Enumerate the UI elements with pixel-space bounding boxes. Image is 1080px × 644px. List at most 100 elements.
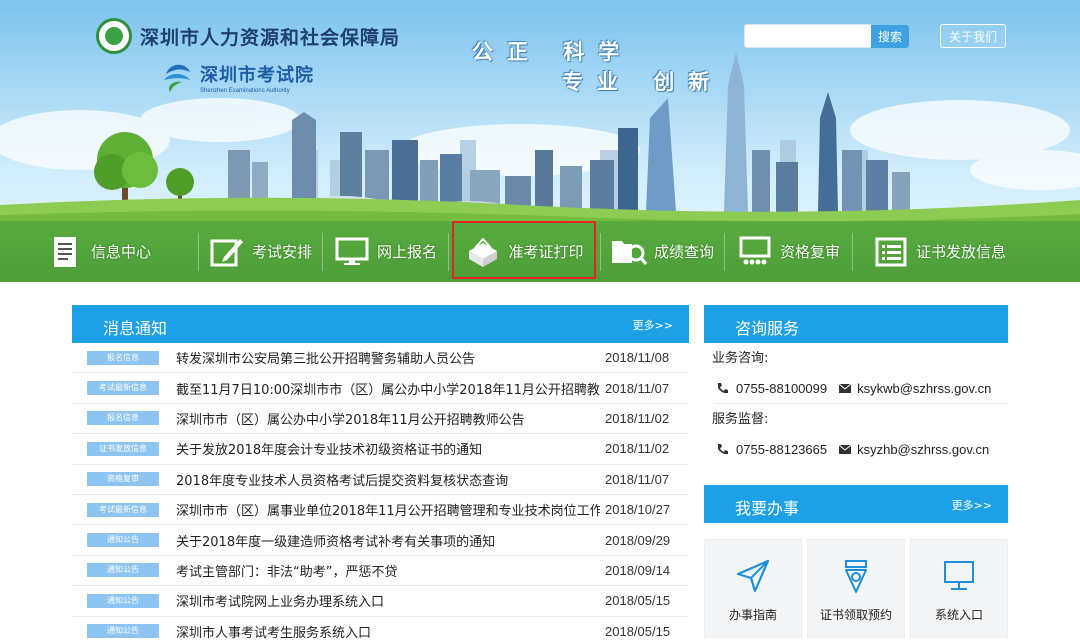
news-date: 2018/09/29	[605, 532, 671, 548]
org-name: 深圳市人力资源和社会保障局	[140, 26, 401, 49]
news-title[interactable]: 深圳市考试院网上业务办理系统入口	[176, 591, 600, 610]
nav-item-qualification-review[interactable]: 资格复审	[724, 221, 852, 282]
news-date: 2018/11/07	[605, 471, 670, 487]
exam-authority-logo[interactable]: 深圳市考试院 Shenzhen Examinations Authority	[160, 60, 314, 94]
news-tag[interactable]: 通知公告	[87, 533, 159, 548]
news-panel-header: 消息通知 更多>>	[72, 305, 689, 343]
edit-pen-icon	[208, 233, 246, 271]
consult-panel-title: 咨询服务	[735, 319, 800, 338]
news-tag[interactable]: 报名信息	[87, 411, 159, 426]
nav-item-admission-ticket-print[interactable]: 准考证打印	[448, 221, 600, 282]
printer-icon	[464, 233, 502, 271]
news-tag[interactable]: 报名信息	[87, 350, 159, 365]
business-consult-heading: 业务咨询:	[712, 351, 769, 366]
business-contact: 0755-88100099 ksykwb@szhrss.gov.cn	[714, 373, 1008, 404]
nav-label: 准考证打印	[508, 243, 584, 261]
hrss-logo[interactable]: 深圳市人力资源和社会保障局	[96, 18, 400, 54]
header-banner: 深圳市人力资源和社会保障局 深圳市考试院 Shenzhen Examinatio…	[0, 0, 1080, 282]
news-list: 报名信息 转发深圳市公安局第三批公开招聘警务辅助人员公告 2018/11/08 考试…	[72, 343, 689, 644]
task-label: 证书领取预约	[819, 608, 892, 622]
news-item[interactable]: 报名信息 转发深圳市公安局第三批公开招聘警务辅助人员公告 2018/11/08	[72, 343, 689, 374]
task-panel-header: 我要办事 更多>>	[704, 485, 1008, 523]
news-more-link[interactable]: 更多>>	[633, 317, 673, 333]
nav-label: 网上报名	[376, 243, 437, 261]
news-item[interactable]: 证书发放信息 关于发放2018年度会计专业技术初级资格证书的通知 2018/11/0…	[72, 434, 689, 465]
magnifier-folder-icon	[610, 233, 648, 271]
news-tag[interactable]: 考试最新信息	[87, 502, 159, 517]
search-input[interactable]	[744, 24, 872, 48]
news-item[interactable]: 通知公告 深圳市考试院网上业务办理系统入口 2018/05/15	[72, 586, 689, 617]
task-grid: 办事指南 证书领取预约 系统入口	[704, 539, 1013, 638]
news-title[interactable]: 深圳市市（区）属事业单位2018年11月公开招聘管理和专业技术岗位工作人	[176, 500, 600, 519]
task-label: 系统入口	[934, 608, 983, 622]
news-tag[interactable]: 证书发放信息	[87, 441, 159, 456]
news-title[interactable]: 2018年度专业技术人员资格考试后提交资料复核状态查询	[176, 470, 600, 489]
task-tile-guide[interactable]: 办事指南	[704, 539, 802, 638]
main-nav: 信息中心 考试安排 网上报名 准考证打印 成绩查询 资格复审 证书发放信息	[0, 221, 1080, 282]
news-title[interactable]: 关于2018年度一级建造师资格考试补考有关事项的通知	[176, 531, 600, 550]
news-tag[interactable]: 资格复审	[87, 472, 159, 487]
task-panel: 我要办事 更多>> 办事指南 证书领取预约 系统入口	[704, 485, 1008, 638]
news-item[interactable]: 考试最新信息 截至11月7日10:00深圳市市（区）属公办中小学2018年11月公…	[72, 373, 689, 404]
business-email[interactable]: ksykwb@szhrss.gov.cn	[857, 381, 991, 396]
supervise-heading: 服务监督:	[712, 412, 769, 427]
supervise-contact: 0755-88123665 ksyzhb@szhrss.gov.cn	[714, 434, 1008, 465]
certificate-badge-icon	[836, 556, 876, 596]
supervise-phone: 0755-88123665	[736, 442, 828, 457]
list-icon	[872, 233, 910, 271]
task-panel-title: 我要办事	[735, 499, 800, 518]
about-us-button[interactable]: 关于我们	[940, 24, 1006, 48]
news-title[interactable]: 关于发放2018年度会计专业技术初级资格证书的通知	[176, 439, 600, 458]
business-phone: 0755-88100099	[736, 380, 828, 396]
news-tag[interactable]: 通知公告	[87, 563, 159, 578]
news-item[interactable]: 通知公告 考试主管部门：非法“助考”，严惩不贷 2018/09/14	[72, 556, 689, 587]
paper-plane-icon	[733, 556, 773, 596]
nav-label: 考试安排	[251, 243, 312, 261]
nav-item-info-center[interactable]: 信息中心	[0, 221, 198, 282]
nav-label: 信息中心	[90, 243, 151, 261]
news-title[interactable]: 截至11月7日10:00深圳市市（区）属公办中小学2018年11月公开招聘教师笔	[176, 379, 600, 398]
news-title[interactable]: 深圳市市（区）属公办中小学2018年11月公开招聘教师公告	[176, 409, 600, 428]
news-title[interactable]: 考试主管部门：非法“助考”，严惩不贷	[176, 561, 600, 580]
nav-label: 资格复审	[779, 243, 840, 261]
nav-item-certificate-info[interactable]: 证书发放信息	[852, 221, 1080, 282]
news-date: 2018/11/02	[605, 441, 670, 457]
news-date: 2018/09/14	[605, 562, 671, 578]
news-date: 2018/05/15	[605, 623, 671, 639]
monitor-icon	[333, 233, 371, 271]
document-icon	[47, 233, 85, 271]
task-more-link[interactable]: 更多>>	[952, 497, 992, 513]
consult-panel-header: 咨询服务	[704, 305, 1008, 343]
news-item[interactable]: 通知公告 关于2018年度一级建造师资格考试补考有关事项的通知 2018/09/29	[72, 525, 689, 556]
search-button[interactable]: 搜索	[871, 25, 909, 48]
news-tag[interactable]: 通知公告	[87, 624, 159, 639]
news-panel-title: 消息通知	[103, 319, 168, 338]
news-item[interactable]: 考试最新信息 深圳市市（区）属事业单位2018年11月公开招聘管理和专业技术岗位工…	[72, 495, 689, 526]
news-title[interactable]: 深圳市人事考试考生服务系统入口	[176, 622, 600, 641]
news-title[interactable]: 转发深圳市公安局第三批公开招聘警务辅助人员公告	[176, 348, 600, 367]
mail-icon	[838, 442, 852, 457]
news-tag[interactable]: 通知公告	[87, 593, 159, 608]
supervise-email[interactable]: ksyzhb@szhrss.gov.cn	[857, 442, 989, 457]
nav-item-online-registration[interactable]: 网上报名	[322, 221, 448, 282]
news-date: 2018/10/27	[605, 502, 671, 518]
task-label: 办事指南	[728, 608, 777, 622]
computer-icon	[939, 556, 979, 596]
task-tile-certificate-booking[interactable]: 证书领取预约	[807, 539, 905, 638]
news-item[interactable]: 资格复审 2018年度专业技术人员资格考试后提交资料复核状态查询 2018/11/0…	[72, 465, 689, 495]
consult-panel: 咨询服务 业务咨询: 0755-88100099 ksykwb@szhrss.g…	[704, 305, 1008, 465]
nav-item-score-query[interactable]: 成绩查询	[600, 221, 724, 282]
hrss-emblem-icon	[96, 18, 132, 54]
slogan-line-1: 公正 科学	[472, 39, 634, 64]
news-tag[interactable]: 考试最新信息	[87, 381, 159, 396]
news-item[interactable]: 通知公告 深圳市人事考试考生服务系统入口 2018/05/15	[72, 617, 689, 644]
news-item[interactable]: 报名信息 深圳市市（区）属公办中小学2018年11月公开招聘教师公告 2018/11…	[72, 404, 689, 435]
nav-label: 成绩查询	[653, 243, 714, 261]
task-tile-system-entry[interactable]: 系统入口	[910, 539, 1008, 638]
news-date: 2018/11/08	[605, 350, 670, 366]
meeting-screen-icon	[736, 233, 774, 271]
nav-item-exam-schedule[interactable]: 考试安排	[198, 221, 322, 282]
news-date: 2018/11/02	[605, 410, 670, 426]
mail-icon	[838, 381, 852, 396]
news-panel: 消息通知 更多>> 报名信息 转发深圳市公安局第三批公开招聘警务辅助人员公告 201…	[72, 305, 689, 644]
